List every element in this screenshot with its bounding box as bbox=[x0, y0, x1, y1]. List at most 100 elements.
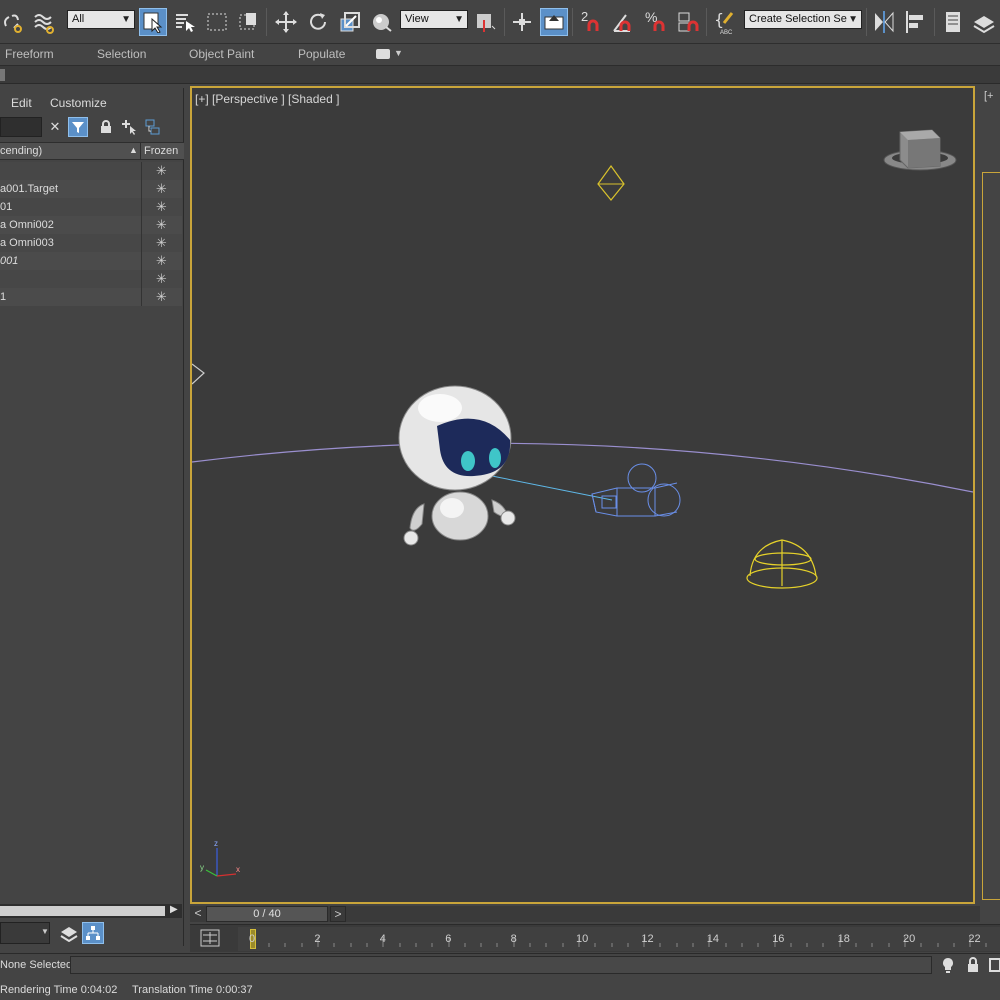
frozen-toggle-icon[interactable]: ✳ bbox=[141, 198, 181, 216]
track-tick-label: 14 bbox=[706, 933, 720, 945]
curve-editor-icon[interactable] bbox=[200, 929, 220, 947]
viewcube[interactable] bbox=[883, 129, 957, 171]
explorer-row[interactable]: a001.Target ✳ bbox=[0, 180, 182, 198]
status-bar: None Selected Rendering Time 0:04:02 Tra… bbox=[0, 953, 1000, 1000]
explorer-row[interactable]: 001 ✳ bbox=[0, 252, 182, 270]
time-prev-button[interactable]: < bbox=[190, 906, 206, 922]
snaps-toggle-icon[interactable]: 2 bbox=[578, 8, 606, 36]
explorer-menu-edit[interactable]: Edit bbox=[11, 96, 32, 110]
rectangular-selection-icon[interactable] bbox=[203, 8, 231, 36]
angle-snap-icon[interactable] bbox=[610, 8, 638, 36]
window-crossing-icon[interactable] bbox=[235, 8, 263, 36]
name-column-header[interactable]: cending) bbox=[0, 145, 42, 157]
time-slider[interactable]: < 0 / 40 > bbox=[190, 906, 980, 922]
select-object-button[interactable] bbox=[139, 8, 167, 36]
explorer-row[interactable]: ✳ bbox=[0, 270, 182, 288]
frozen-toggle-icon[interactable]: ✳ bbox=[141, 288, 181, 306]
explorer-search-input[interactable] bbox=[0, 117, 42, 137]
track-bar-area[interactable]: 0 2 4 6 8 10 12 14 16 18 20 22 bbox=[238, 927, 1000, 951]
explorer-menu-customize[interactable]: Customize bbox=[50, 96, 107, 110]
time-slider-thumb[interactable]: 0 / 40 bbox=[206, 906, 328, 922]
explorer-row[interactable]: a Omni002 ✳ bbox=[0, 216, 182, 234]
spinner-snap-icon[interactable] bbox=[674, 8, 702, 36]
ribbon-tab-selection[interactable]: Selection bbox=[97, 47, 146, 61]
track-tick-label: 4 bbox=[379, 933, 386, 945]
frozen-column-header[interactable]: Frozen bbox=[140, 143, 178, 159]
time-next-button[interactable]: > bbox=[330, 906, 346, 922]
isolate-selection-icon[interactable] bbox=[940, 956, 958, 974]
filter-icon[interactable] bbox=[68, 117, 88, 137]
frozen-toggle-icon[interactable]: ✳ bbox=[141, 216, 181, 234]
hierarchy-icon[interactable] bbox=[82, 922, 104, 944]
frozen-toggle-icon[interactable]: ✳ bbox=[141, 234, 181, 252]
frozen-toggle-icon[interactable]: ✳ bbox=[141, 270, 181, 288]
chevron-down-icon: ▼ bbox=[454, 14, 464, 25]
track-tick-label: 0 bbox=[249, 933, 256, 945]
grid-horizon-line bbox=[192, 442, 973, 493]
ribbon-bar: Freeform Selection Object Paint Populate… bbox=[0, 44, 1000, 66]
named-selection-sets-dropdown[interactable]: Create Selection Se ▼ bbox=[744, 10, 862, 29]
chevron-down-icon: ▼ bbox=[41, 927, 49, 936]
clear-search-icon[interactable]: ✕ bbox=[45, 117, 65, 137]
prompt-line bbox=[70, 956, 932, 974]
right-viewport-label[interactable]: [+ bbox=[984, 90, 993, 102]
ribbon-options-icon[interactable] bbox=[376, 49, 390, 59]
selection-filter-dropdown[interactable]: All ▼ bbox=[67, 10, 135, 29]
ribbon-tab-populate[interactable]: Populate bbox=[298, 47, 345, 61]
absolute-mode-icon[interactable] bbox=[988, 956, 1000, 974]
bind-space-warp-icon[interactable] bbox=[30, 8, 58, 36]
rotate-icon[interactable] bbox=[304, 8, 332, 36]
explorer-row-name: 1 bbox=[0, 291, 7, 303]
ribbon-tab-object-paint[interactable]: Object Paint bbox=[189, 47, 254, 61]
move-icon[interactable] bbox=[272, 8, 300, 36]
chevron-down-icon[interactable]: ▼ bbox=[394, 48, 403, 58]
track-tick-label: 6 bbox=[445, 933, 452, 945]
explorer-row-name: a001.Target bbox=[0, 183, 59, 195]
percent-snap-icon[interactable]: % bbox=[642, 8, 670, 36]
explorer-row[interactable]: a Omni003 ✳ bbox=[0, 234, 182, 252]
perspective-viewport[interactable]: [+] [Perspective ] [Shaded ] z y x bbox=[190, 86, 975, 904]
explorer-row[interactable]: 01 ✳ bbox=[0, 198, 182, 216]
svg-text:z: z bbox=[214, 839, 218, 848]
axis-tripod: z y x bbox=[200, 839, 240, 877]
toggle-layer-explorer-icon[interactable] bbox=[970, 8, 998, 36]
edit-named-selection-icon[interactable]: {ABC bbox=[711, 8, 739, 36]
explorer-row-name: a Omni003 bbox=[0, 237, 54, 249]
align-icon[interactable] bbox=[902, 8, 930, 36]
explorer-scrollbar[interactable]: ▶ bbox=[0, 904, 182, 918]
explorer-row-name: a Omni002 bbox=[0, 219, 54, 231]
track-tick-label: 18 bbox=[837, 933, 850, 945]
layers-icon[interactable] bbox=[58, 922, 80, 944]
track-tick-label: 20 bbox=[903, 933, 916, 945]
scrollbar-thumb[interactable] bbox=[0, 906, 165, 916]
keyboard-shortcut-override-button[interactable] bbox=[540, 8, 568, 36]
robot-model bbox=[398, 385, 516, 546]
toggle-scene-explorer-icon[interactable] bbox=[940, 8, 968, 36]
pivot-center-icon[interactable] bbox=[471, 8, 499, 36]
strip-handle[interactable] bbox=[0, 69, 5, 81]
hierarchy-sync-icon[interactable] bbox=[143, 117, 163, 137]
selection-lock-icon[interactable] bbox=[966, 956, 984, 974]
frozen-toggle-icon[interactable]: ✳ bbox=[141, 180, 181, 198]
mirror-icon[interactable] bbox=[870, 8, 898, 36]
scale-icon[interactable] bbox=[336, 8, 364, 36]
frozen-toggle-icon[interactable]: ✳ bbox=[141, 252, 181, 270]
select-by-name-icon[interactable] bbox=[171, 8, 199, 36]
unlink-icon[interactable] bbox=[0, 8, 28, 36]
explorer-row[interactable]: 1 ✳ bbox=[0, 288, 182, 306]
scroll-right-icon[interactable]: ▶ bbox=[170, 904, 178, 915]
lock-icon[interactable] bbox=[96, 117, 116, 137]
place-icon[interactable] bbox=[368, 8, 396, 36]
explorer-column-header: cending) ▲ Frozen bbox=[0, 142, 184, 160]
add-to-selection-icon[interactable] bbox=[119, 117, 139, 137]
track-bar[interactable]: 0 2 4 6 8 10 12 14 16 18 20 22 bbox=[190, 924, 1000, 952]
explorer-mode-dropdown[interactable]: ▼ bbox=[0, 922, 50, 944]
select-manipulate-icon[interactable] bbox=[508, 8, 536, 36]
explorer-row[interactable]: ✳ bbox=[0, 162, 182, 180]
svg-text:ABC: ABC bbox=[720, 30, 733, 35]
right-viewport-edge[interactable]: [+ bbox=[978, 86, 1000, 904]
frozen-toggle-icon[interactable]: ✳ bbox=[141, 162, 181, 180]
ribbon-tab-freeform[interactable]: Freeform bbox=[5, 47, 54, 61]
translation-time-text: Translation Time 0:00:37 bbox=[132, 984, 253, 996]
reference-coord-dropdown[interactable]: View ▼ bbox=[400, 10, 468, 29]
